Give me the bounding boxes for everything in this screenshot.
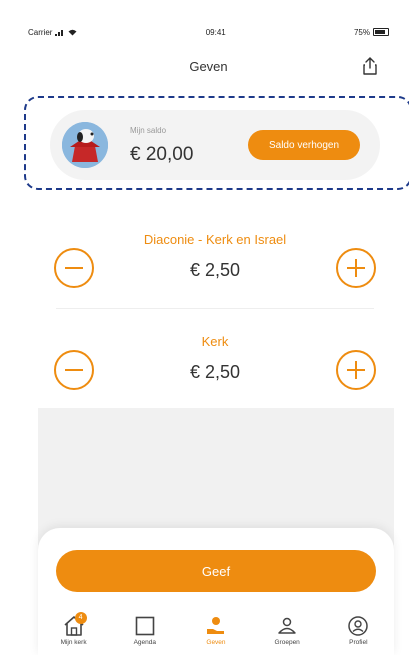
top-up-button[interactable]: Saldo verhogen <box>248 130 360 160</box>
give-button[interactable]: Geef <box>56 550 376 592</box>
tab-my-church[interactable]: 4 Mijn kerk <box>44 612 104 655</box>
avatar <box>62 122 108 168</box>
gift-amount: € 2,50 <box>189 260 241 280</box>
give-icon <box>206 617 224 634</box>
tab-label: Geven <box>206 639 226 646</box>
tab-label: Mijn kerk <box>60 639 87 646</box>
share-icon[interactable] <box>359 55 381 77</box>
increase-amount-button[interactable] <box>336 248 376 288</box>
status-bar: Carrier 09:41 75% <box>28 26 389 38</box>
tab-agenda[interactable]: Agenda <box>115 612 175 655</box>
tab-bar: 4 Mijn kerk Agenda Geven Groepen Profiel <box>38 612 394 655</box>
calendar-icon <box>135 616 155 636</box>
wifi-icon <box>68 29 77 35</box>
divider <box>56 308 374 309</box>
balance-value: € 20,00 <box>130 144 194 165</box>
carrier-label: Carrier <box>28 27 53 37</box>
notification-badge: 4 <box>74 612 87 624</box>
snoopy-avatar-icon <box>62 122 108 168</box>
balance-label: Mijn saldo <box>130 126 167 135</box>
bottom-sheet: Geef 4 Mijn kerk Agenda Geven Groepen Pr… <box>38 528 394 655</box>
increase-amount-button[interactable] <box>336 350 376 390</box>
gift-amount: € 2,50 <box>189 362 241 382</box>
nav-bar: Geven <box>28 52 389 80</box>
signal-icon <box>55 29 64 36</box>
tab-label: Profiel <box>349 639 368 646</box>
groups-icon <box>278 617 296 634</box>
status-time: 09:41 <box>205 27 226 37</box>
gift-item: Diaconie - Kerk en Israel € 2,50 <box>50 226 380 306</box>
tab-give[interactable]: Geven <box>186 612 246 655</box>
page-title: Geven <box>189 58 228 74</box>
gift-name: Kerk <box>201 334 229 349</box>
gift-item: Kerk € 2,50 <box>50 328 380 408</box>
battery-icon <box>373 28 389 36</box>
gift-name: Diaconie - Kerk en Israel <box>143 232 287 247</box>
balance-card: Mijn saldo € 20,00 Saldo verhogen <box>50 110 380 180</box>
battery-percentage: 75% <box>353 27 370 37</box>
tab-profile[interactable]: Profiel <box>328 612 388 655</box>
tab-label: Groepen <box>274 639 300 646</box>
tab-groups[interactable]: Groepen <box>257 612 317 655</box>
profile-icon <box>348 616 369 636</box>
tab-label: Agenda <box>133 639 156 646</box>
